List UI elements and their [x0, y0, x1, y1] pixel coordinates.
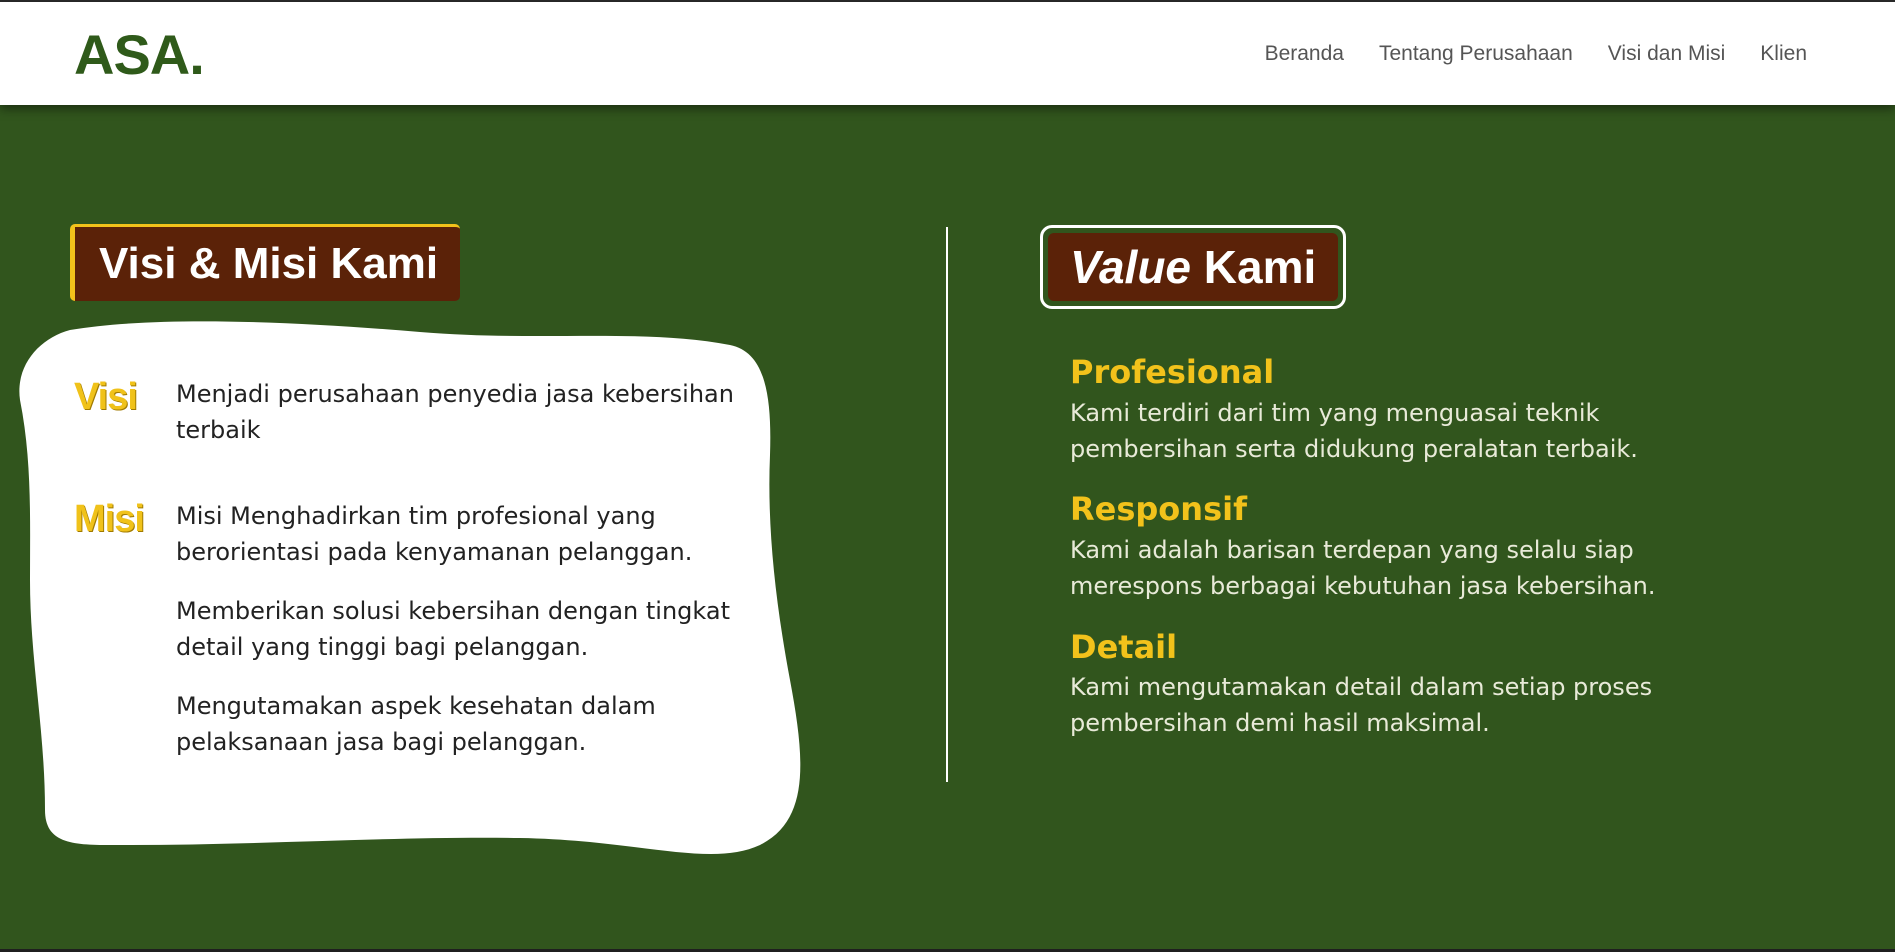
- nav-link-klien[interactable]: Klien: [1760, 40, 1807, 68]
- misi-item-3: Mengutamakan aspek kesehatan dalam pelak…: [176, 692, 656, 756]
- visi-misi-heading: Visi & Misi Kami: [70, 224, 461, 301]
- visi-text: Menjadi perusahaan penyedia jasa kebersi…: [176, 380, 734, 444]
- value-desc-responsif: Kami adalah barisan terdepan yang selalu…: [1070, 536, 1656, 600]
- value-title-responsif: Responsif: [1070, 490, 1247, 528]
- misi-label: Misi: [74, 498, 145, 540]
- main-nav: Beranda Tentang Perusahaan Visi dan Misi…: [1265, 40, 1807, 68]
- nav-link-beranda[interactable]: Beranda: [1265, 40, 1344, 68]
- misi-item-1: Misi Menghadirkan tim profesional yang b…: [176, 502, 693, 566]
- value-heading-rest: Kami: [1191, 241, 1317, 293]
- navbar: ASA. Beranda Tentang Perusahaan Visi dan…: [0, 2, 1895, 105]
- nav-link-tentang-perusahaan[interactable]: Tentang Perusahaan: [1379, 40, 1573, 68]
- visi-label: Visi: [74, 376, 138, 418]
- value-desc-detail: Kami mengutamakan detail dalam setiap pr…: [1070, 673, 1653, 737]
- value-desc-profesional: Kami terdiri dari tim yang menguasai tek…: [1070, 399, 1638, 463]
- misi-item-2: Memberikan solusi kebersihan dengan ting…: [176, 597, 730, 661]
- nav-link-visi-dan-misi[interactable]: Visi dan Misi: [1608, 40, 1726, 68]
- value-title-profesional: Profesional: [1070, 353, 1275, 391]
- value-title-detail: Detail: [1070, 628, 1178, 666]
- value-heading-italic: Value: [1070, 241, 1192, 293]
- brand-logo[interactable]: ASA.: [74, 22, 205, 88]
- value-heading-frame: Value Kami: [1040, 225, 1347, 309]
- section-divider: [946, 227, 948, 782]
- value-heading: Value Kami: [1048, 233, 1339, 301]
